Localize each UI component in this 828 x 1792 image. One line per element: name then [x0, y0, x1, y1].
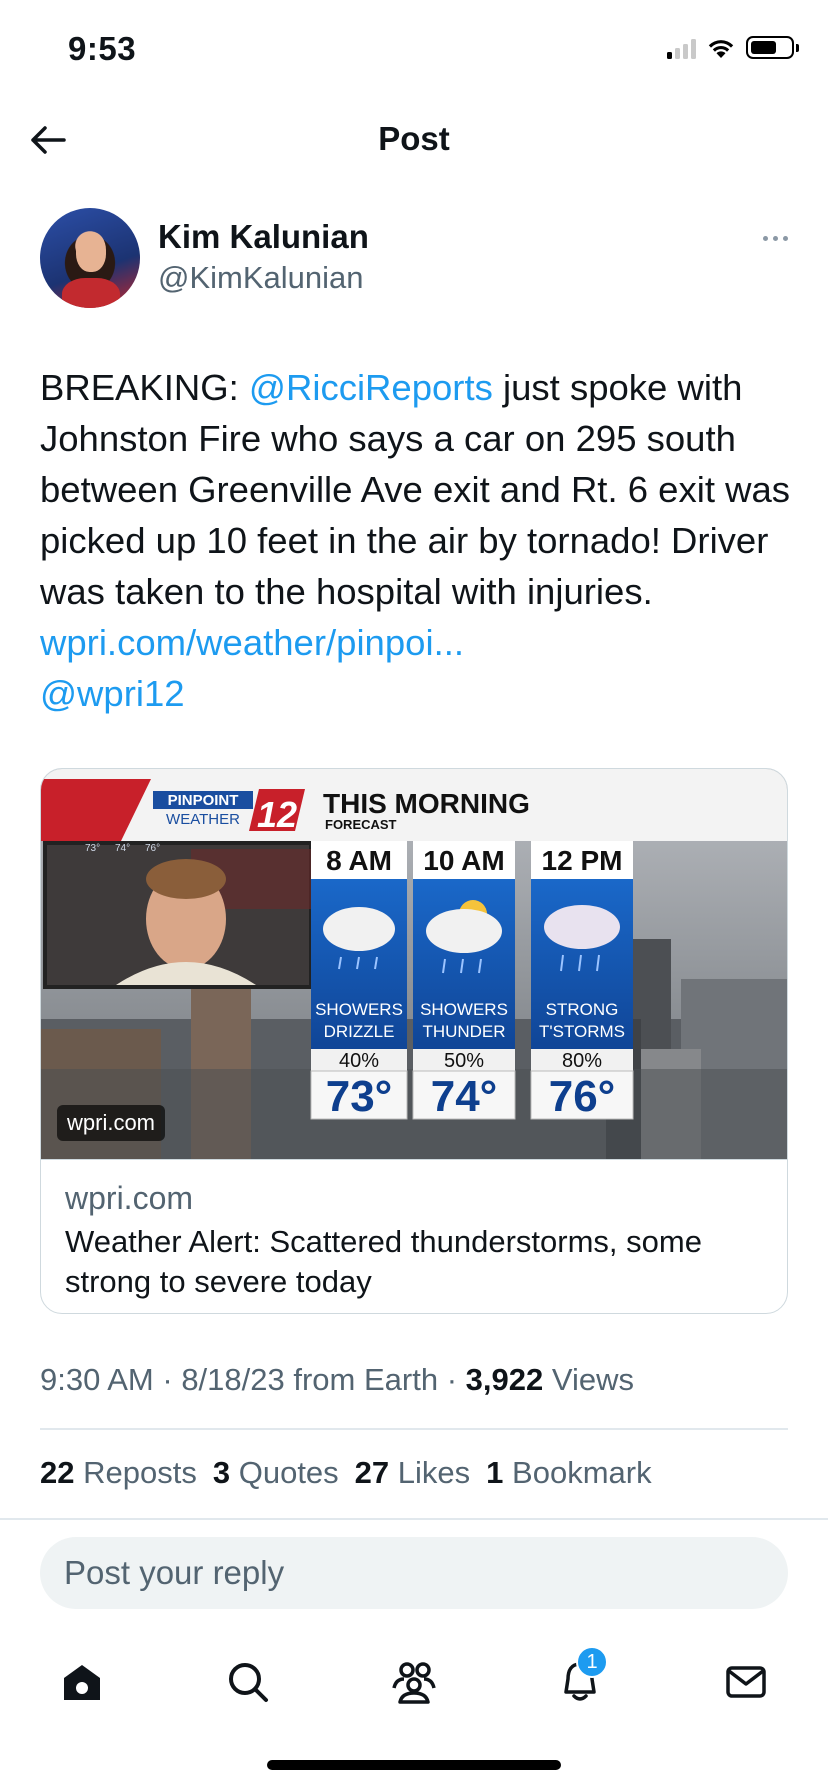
svg-text:12: 12	[257, 794, 297, 835]
divider	[0, 1518, 828, 1520]
svg-text:THUNDER: THUNDER	[422, 1022, 505, 1041]
tab-search[interactable]	[218, 1652, 278, 1712]
search-icon	[229, 1663, 268, 1702]
svg-text:12 PM: 12 PM	[542, 845, 623, 876]
status-time: 9:53	[68, 30, 137, 67]
author-name[interactable]: Kim Kalunian	[158, 218, 369, 256]
reposts-stat[interactable]: 22 Reposts	[40, 1455, 197, 1491]
post-text-prefix: BREAKING:	[40, 367, 249, 408]
tab-messages[interactable]	[716, 1652, 776, 1712]
nav-header: Post	[0, 100, 828, 180]
svg-text:STRONG: STRONG	[546, 1000, 619, 1019]
more-dot-icon	[763, 235, 768, 241]
views-label: Views	[551, 1362, 634, 1397]
post-author: Kim Kalunian @KimKalunian	[40, 208, 788, 312]
card-domain: wpri.com	[65, 1180, 194, 1216]
weather-graphic: PINPOINT WEATHER 12 THIS MORNING FORECAS…	[41, 769, 787, 1159]
tab-communities[interactable]	[384, 1652, 444, 1712]
link-card[interactable]: PINPOINT WEATHER 12 THIS MORNING FORECAS…	[40, 768, 788, 1314]
cellular-signal-icon	[667, 37, 696, 59]
divider	[40, 1428, 788, 1430]
svg-text:PINPOINT: PINPOINT	[168, 792, 239, 809]
mention-link-wpri[interactable]: @wpri12	[40, 673, 185, 714]
svg-text:SHOWERS: SHOWERS	[315, 1000, 403, 1019]
communities-icon	[392, 1662, 436, 1704]
svg-text:40%: 40%	[339, 1050, 379, 1072]
status-bar: 9:53	[0, 0, 828, 100]
svg-text:50%: 50%	[444, 1050, 484, 1072]
views-count[interactable]: 3,922	[466, 1362, 544, 1397]
wifi-icon	[708, 39, 734, 58]
bookmarks-stat[interactable]: 1 Bookmark	[486, 1455, 651, 1491]
quotes-stat[interactable]: 3 Quotes	[213, 1455, 339, 1491]
notification-badge: 1	[576, 1646, 608, 1678]
svg-text:T'STORMS: T'STORMS	[539, 1022, 625, 1041]
tab-bar: 1	[0, 1630, 828, 1730]
post-timestamp: 9:30 AM · 8/18/23 from Earth · 3,922 Vie…	[40, 1362, 634, 1397]
svg-text:FORECAST: FORECAST	[325, 817, 397, 832]
forecast-col-3: 12 PM STRONG T'STORMS 80% 76°	[530, 841, 634, 1121]
author-handle[interactable]: @KimKalunian	[158, 260, 364, 296]
more-options-button[interactable]	[748, 226, 788, 250]
status-icons	[667, 36, 799, 59]
svg-text:10 AM: 10 AM	[423, 845, 504, 876]
post-time: 9:30 AM	[40, 1362, 154, 1397]
mention-link[interactable]: @RicciReports	[249, 367, 493, 408]
url-link[interactable]: wpri.com/weather/pinpoi...	[40, 622, 464, 663]
svg-text:DRIZZLE: DRIZZLE	[324, 1022, 395, 1041]
svg-text:SHOWERS: SHOWERS	[420, 1000, 508, 1019]
forecast-col-2: 10 AM SHOWERS THUNDER 50% 74°	[412, 841, 516, 1121]
svg-text:74°: 74°	[115, 843, 130, 854]
svg-text:73°: 73°	[85, 843, 100, 854]
battery-icon	[746, 36, 799, 59]
svg-text:74°: 74°	[431, 1072, 498, 1121]
tab-notifications[interactable]: 1	[550, 1646, 610, 1712]
card-meta[interactable]: wpri.com Weather Alert: Scattered thunde…	[41, 1159, 787, 1313]
svg-text:WEATHER: WEATHER	[166, 811, 240, 828]
reply-box[interactable]	[40, 1537, 788, 1609]
svg-text:80%: 80%	[562, 1050, 602, 1072]
mail-icon	[726, 1666, 766, 1698]
engagement-stats: 22 Reposts 3 Quotes 27 Likes 1 Bookmark	[40, 1455, 652, 1491]
page-title: Post	[378, 120, 450, 157]
home-indicator	[267, 1760, 561, 1770]
image-domain-badge: wpri.com	[57, 1105, 166, 1141]
post-text: BREAKING: @RicciReports just spoke with …	[40, 362, 790, 719]
card-image[interactable]: PINPOINT WEATHER 12 THIS MORNING FORECAS…	[41, 769, 787, 1159]
home-icon	[64, 1665, 100, 1700]
svg-text:8 AM: 8 AM	[326, 845, 392, 876]
tab-home[interactable]	[52, 1652, 112, 1712]
post-date: 8/18/23	[181, 1362, 285, 1397]
svg-text:76°: 76°	[145, 843, 160, 854]
avatar[interactable]	[40, 208, 140, 308]
svg-text:73°: 73°	[326, 1072, 393, 1121]
post-source: from Earth	[293, 1362, 439, 1397]
forecast-col-1: 8 AM SHOWERS DRIZZLE 40% 73°	[310, 841, 408, 1121]
svg-text:THIS MORNING: THIS MORNING	[323, 788, 530, 819]
svg-text:76°: 76°	[549, 1072, 616, 1121]
likes-stat[interactable]: 27 Likes	[355, 1455, 470, 1491]
reply-input[interactable]	[64, 1554, 764, 1592]
card-title: Weather Alert: Scattered thunderstorms, …	[65, 1224, 702, 1299]
